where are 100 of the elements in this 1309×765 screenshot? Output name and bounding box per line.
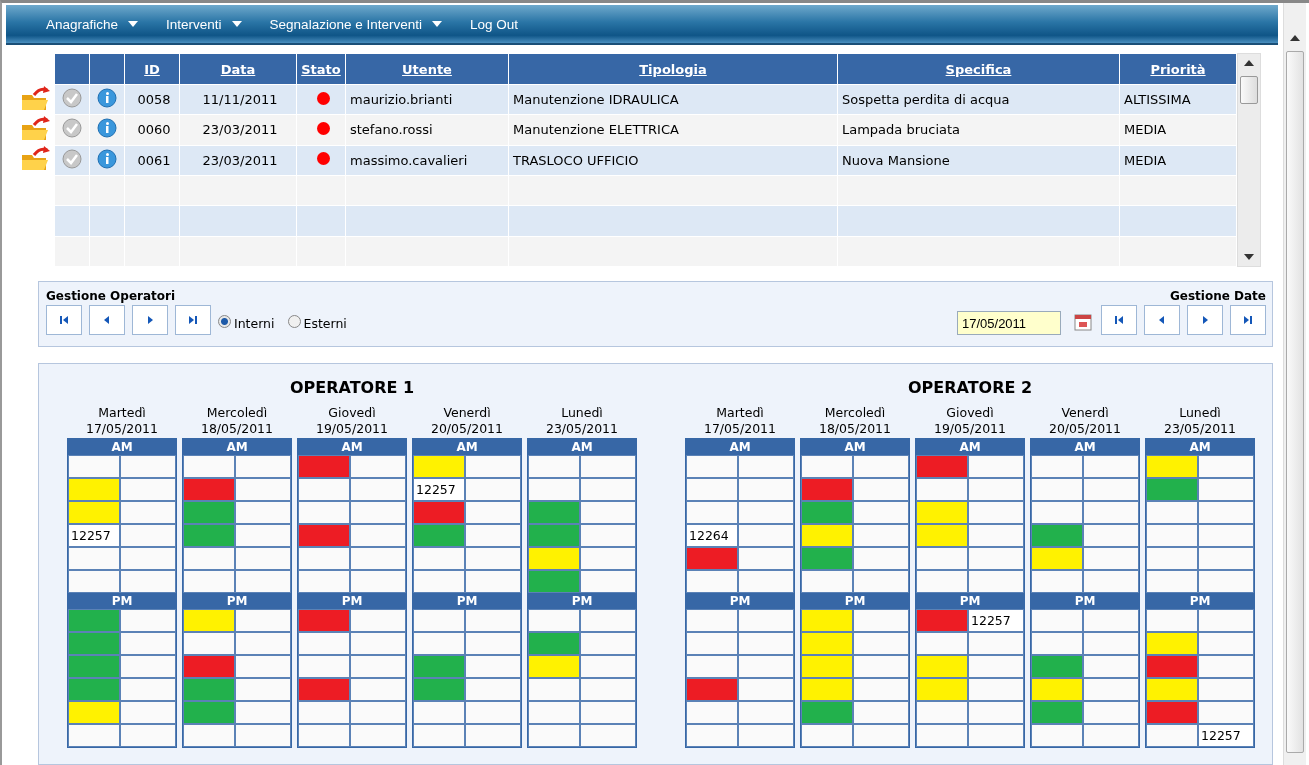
schedule-cell[interactable] (465, 632, 521, 655)
schedule-cell[interactable] (528, 501, 580, 524)
schedule-cell[interactable] (298, 478, 350, 501)
schedule-cell[interactable] (1146, 547, 1198, 570)
schedule-cell[interactable] (120, 524, 176, 547)
schedule-cell[interactable] (1198, 701, 1254, 724)
schedule-cell[interactable] (1198, 632, 1254, 655)
schedule-cell[interactable] (686, 547, 738, 570)
schedule-cell[interactable] (801, 570, 853, 593)
schedule-cell[interactable] (298, 724, 350, 747)
schedule-cell[interactable] (350, 570, 406, 593)
schedule-cell[interactable] (580, 724, 636, 747)
schedule-cell[interactable] (413, 524, 465, 547)
schedule-cell[interactable] (1031, 478, 1083, 501)
schedule-cell[interactable] (1031, 501, 1083, 524)
schedule-cell[interactable] (120, 570, 176, 593)
schedule-cell[interactable] (120, 478, 176, 501)
schedule-cell[interactable] (183, 570, 235, 593)
schedule-cell[interactable] (1031, 547, 1083, 570)
schedule-cell[interactable] (465, 570, 521, 593)
schedule-cell[interactable] (1031, 701, 1083, 724)
schedule-cell[interactable] (350, 547, 406, 570)
schedule-cell[interactable] (298, 455, 350, 478)
schedule-cell[interactable] (350, 678, 406, 701)
schedule-cell[interactable] (1198, 609, 1254, 632)
schedule-cell[interactable] (968, 701, 1024, 724)
schedule-cell[interactable] (120, 632, 176, 655)
checkmark-icon[interactable] (62, 118, 82, 139)
scroll-thumb[interactable] (1240, 76, 1258, 104)
calendar-icon[interactable] (1074, 313, 1092, 331)
schedule-cell[interactable] (413, 678, 465, 701)
prev-button[interactable] (1144, 305, 1180, 335)
last-button[interactable] (1230, 305, 1266, 335)
schedule-cell[interactable] (801, 501, 853, 524)
schedule-cell[interactable] (1146, 478, 1198, 501)
schedule-cell[interactable] (801, 678, 853, 701)
schedule-cell[interactable] (1083, 570, 1139, 593)
schedule-cell[interactable] (580, 570, 636, 593)
schedule-cell[interactable] (1083, 609, 1139, 632)
folder-arrow-icon[interactable] (20, 86, 52, 112)
column-header[interactable]: Specifica (837, 53, 1120, 85)
schedule-cell[interactable]: 12257 (968, 609, 1024, 632)
schedule-cell[interactable] (801, 547, 853, 570)
schedule-cell[interactable] (801, 524, 853, 547)
schedule-cell[interactable] (1146, 570, 1198, 593)
column-header[interactable]: ID (124, 53, 180, 85)
schedule-cell[interactable] (1146, 678, 1198, 701)
schedule-cell[interactable] (580, 678, 636, 701)
schedule-cell[interactable] (686, 678, 738, 701)
schedule-cell[interactable] (183, 501, 235, 524)
schedule-cell[interactable] (1031, 609, 1083, 632)
schedule-cell[interactable] (853, 678, 909, 701)
schedule-cell[interactable] (413, 632, 465, 655)
schedule-cell[interactable] (120, 455, 176, 478)
schedule-cell[interactable] (1198, 547, 1254, 570)
schedule-cell[interactable] (738, 501, 794, 524)
schedule-cell[interactable] (738, 547, 794, 570)
schedule-cell[interactable] (1146, 724, 1198, 747)
schedule-cell[interactable] (465, 547, 521, 570)
schedule-cell[interactable] (528, 609, 580, 632)
schedule-cell[interactable] (968, 655, 1024, 678)
checkmark-icon[interactable] (62, 88, 82, 109)
schedule-cell[interactable] (528, 701, 580, 724)
schedule-cell[interactable] (853, 524, 909, 547)
schedule-cell[interactable] (183, 678, 235, 701)
schedule-cell[interactable] (801, 478, 853, 501)
schedule-cell[interactable] (413, 701, 465, 724)
next-button[interactable] (1187, 305, 1223, 335)
schedule-cell[interactable] (235, 524, 291, 547)
schedule-cell[interactable] (528, 678, 580, 701)
schedule-cell[interactable] (120, 501, 176, 524)
schedule-cell[interactable] (580, 455, 636, 478)
schedule-cell[interactable] (350, 478, 406, 501)
schedule-cell[interactable] (580, 632, 636, 655)
schedule-cell[interactable] (235, 632, 291, 655)
up-arrow-icon[interactable] (1290, 35, 1300, 41)
schedule-cell[interactable] (235, 478, 291, 501)
schedule-cell[interactable] (68, 501, 120, 524)
schedule-cell[interactable] (350, 724, 406, 747)
schedule-cell[interactable] (686, 455, 738, 478)
schedule-cell[interactable] (68, 570, 120, 593)
schedule-cell[interactable] (465, 701, 521, 724)
schedule-cell[interactable] (686, 609, 738, 632)
schedule-cell[interactable] (1083, 655, 1139, 678)
schedule-cell[interactable] (528, 570, 580, 593)
schedule-cell[interactable] (350, 632, 406, 655)
schedule-cell[interactable] (413, 655, 465, 678)
schedule-cell[interactable] (235, 609, 291, 632)
first-button[interactable] (1101, 305, 1137, 335)
schedule-cell[interactable] (298, 547, 350, 570)
schedule-cell[interactable] (1031, 524, 1083, 547)
menu-item[interactable]: Interventi (166, 16, 256, 32)
schedule-cell[interactable] (853, 632, 909, 655)
schedule-cell[interactable] (580, 478, 636, 501)
schedule-cell[interactable] (801, 609, 853, 632)
schedule-cell[interactable] (738, 678, 794, 701)
schedule-cell[interactable] (120, 547, 176, 570)
schedule-cell[interactable] (801, 655, 853, 678)
schedule-cell[interactable] (68, 678, 120, 701)
schedule-cell[interactable] (183, 455, 235, 478)
